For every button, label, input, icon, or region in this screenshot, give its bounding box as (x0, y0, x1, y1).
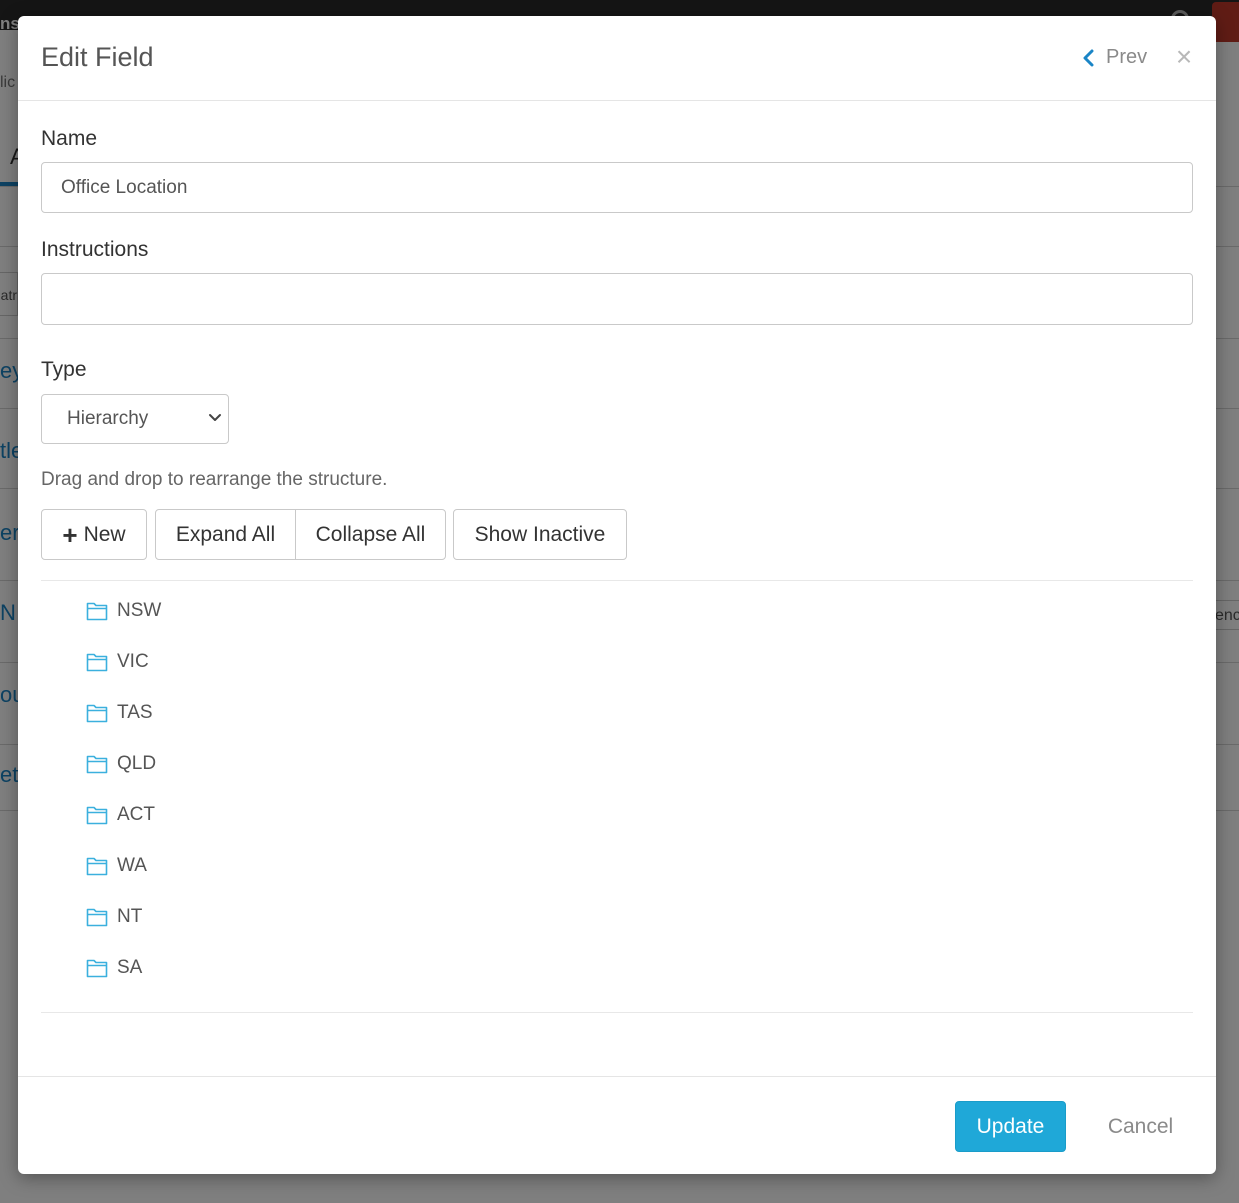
folder-icon (86, 806, 108, 825)
tree-node-label: QLD (117, 753, 157, 774)
tree-node-label: ACT (117, 804, 155, 825)
dialog-footer: Update Cancel (18, 1076, 1216, 1174)
tree-node[interactable]: SA (86, 953, 142, 983)
dialog-header: Edit Field Prev × (18, 16, 1216, 101)
tree-node-label: NSW (117, 600, 162, 621)
type-label: Type (41, 358, 87, 381)
tree-node-label: NT (117, 906, 143, 927)
prev-label: Prev (1106, 46, 1148, 68)
folder-icon (86, 653, 108, 672)
tree-node[interactable]: QLD (86, 749, 156, 779)
chevron-down-icon (209, 414, 221, 421)
tree-node[interactable]: NSW (86, 596, 161, 626)
name-input[interactable] (41, 162, 1193, 213)
new-node-button[interactable]: + New (41, 509, 147, 560)
collapse-all-button[interactable]: Collapse All (295, 509, 446, 560)
tree-node[interactable]: WA (86, 851, 147, 881)
edit-field-dialog: Edit Field Prev × Name Instructions Type… (18, 16, 1216, 1174)
instructions-input[interactable] (41, 273, 1193, 325)
tree-node[interactable]: NT (86, 902, 142, 932)
tree-node[interactable]: TAS (86, 698, 153, 728)
dialog-title: Edit Field (41, 42, 154, 72)
folder-icon (86, 908, 108, 927)
folder-icon (86, 602, 108, 621)
tree-node-label: VIC (117, 651, 149, 672)
cancel-button[interactable]: Cancel (1088, 1101, 1193, 1152)
show-inactive-button[interactable]: Show Inactive (453, 509, 627, 560)
chevron-left-icon (1083, 49, 1094, 66)
tree-node-label: SA (117, 957, 143, 978)
plus-icon: + (62, 519, 78, 550)
prev-button[interactable]: Prev (1082, 46, 1147, 69)
drag-hint-text: Drag and drop to rearrange the structure… (41, 469, 388, 490)
tree-node-label: TAS (117, 702, 153, 723)
name-label: Name (41, 127, 98, 150)
folder-icon (86, 704, 108, 723)
new-button-label: New (83, 522, 126, 546)
type-select-value: Hierarchy (67, 408, 149, 429)
tree-node[interactable]: VIC (86, 647, 149, 677)
folder-icon (86, 857, 108, 876)
update-button[interactable]: Update (955, 1101, 1066, 1152)
type-select[interactable]: Hierarchy (41, 394, 229, 444)
expand-all-button[interactable]: Expand All (155, 509, 296, 560)
instructions-label: Instructions (41, 238, 149, 261)
tree-node[interactable]: ACT (86, 800, 155, 830)
close-icon[interactable]: × (1174, 42, 1194, 72)
tree-divider-top (41, 580, 1193, 581)
tree-divider-bottom (41, 1012, 1193, 1013)
folder-icon (86, 755, 108, 774)
tree-node-label: WA (117, 855, 147, 876)
folder-icon (86, 959, 108, 978)
